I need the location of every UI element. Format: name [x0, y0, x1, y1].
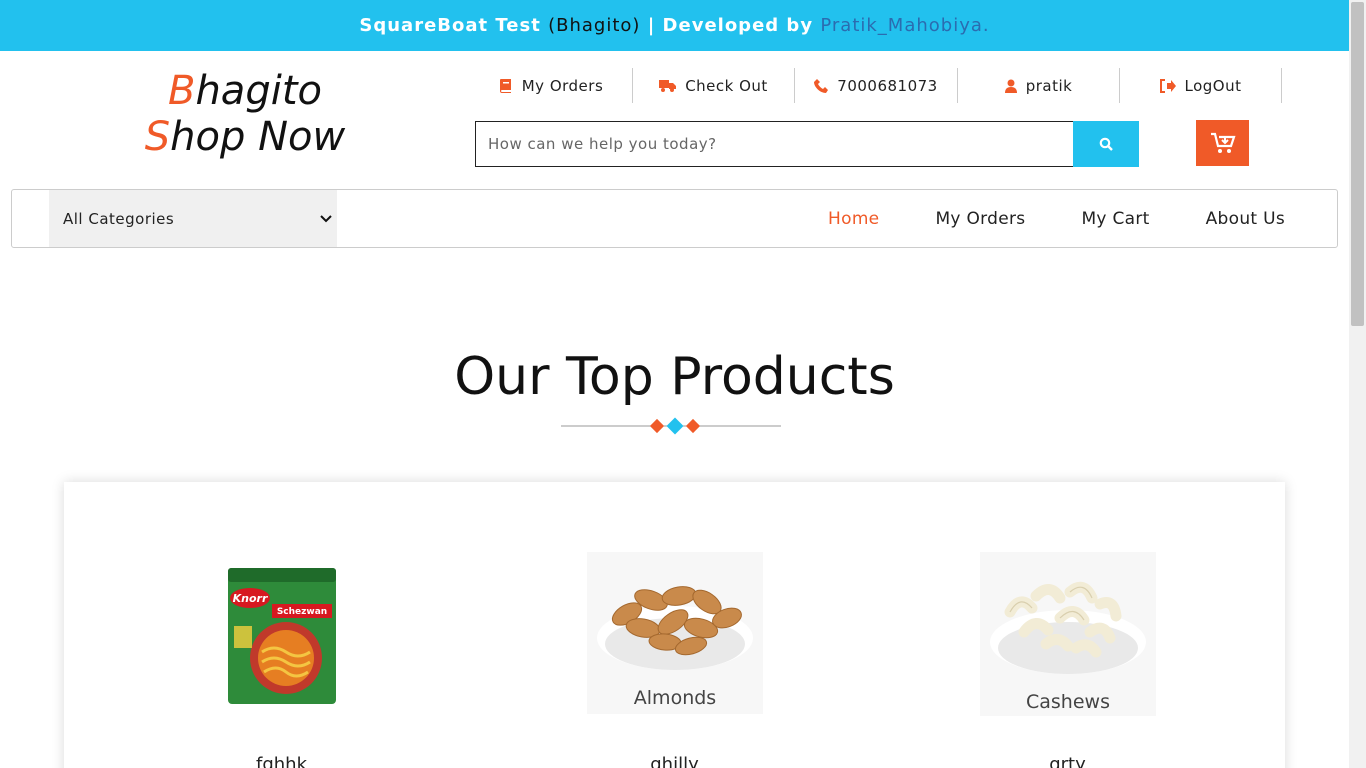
scrollbar-thumb[interactable]	[1351, 2, 1364, 326]
product-image-caption: Almonds	[633, 687, 715, 709]
logo-letter-b: B	[168, 68, 196, 114]
header-link-check-out[interactable]: Check Out	[633, 68, 795, 103]
banner-author-link[interactable]: Pratik_Mahobiya.	[820, 15, 989, 36]
product-image-caption: Cashews	[1026, 691, 1110, 713]
book-icon	[499, 79, 511, 93]
header-link-label: 7000681073	[837, 76, 938, 95]
truck-icon	[659, 80, 677, 92]
logo-letter-s: S	[144, 114, 171, 160]
product-name[interactable]: ghilly	[471, 754, 878, 768]
nav-link-my-orders[interactable]: My Orders	[935, 209, 1025, 229]
product-image[interactable]: Knorr Schezwan	[224, 566, 340, 706]
category-select[interactable]: All Categories	[49, 190, 337, 247]
product-image-brand: Knorr	[232, 592, 267, 605]
header-links: My Orders Check Out 7000681073 pratik Lo…	[470, 68, 1282, 103]
header-link-my-orders[interactable]: My Orders	[470, 68, 633, 103]
search-input[interactable]	[475, 121, 1073, 167]
cart-download-icon	[1210, 132, 1236, 153]
title-divider	[561, 417, 781, 435]
search-icon	[1099, 137, 1113, 151]
header-link-label: Check Out	[685, 76, 768, 95]
product-image[interactable]: Cashews	[979, 552, 1156, 716]
nav-links: Home My Orders My Cart About Us	[828, 190, 1285, 247]
page-scrollbar[interactable]	[1349, 0, 1366, 768]
header-link-label: LogOut	[1184, 76, 1242, 95]
product-image-variant: Schezwan	[276, 607, 326, 617]
nav-link-about-us[interactable]: About Us	[1206, 209, 1285, 229]
nav-link-home[interactable]: Home	[828, 209, 879, 229]
user-icon	[1004, 79, 1017, 93]
banner-project: (Bhagito)	[548, 15, 641, 36]
header-link-phone[interactable]: 7000681073	[795, 68, 958, 103]
header-link-user[interactable]: pratik	[958, 68, 1120, 103]
product-card[interactable]: Almonds ghilly	[471, 482, 878, 768]
banner-prefix: SquareBoat Test	[359, 15, 541, 36]
category-select-value: All Categories	[63, 209, 175, 228]
logo-text-shop-now: hop Now	[170, 114, 346, 160]
product-card[interactable]: Cashews qrty	[864, 482, 1271, 768]
banner-developed: | Developed by	[647, 15, 814, 36]
product-card[interactable]: Knorr Schezwan fghhk	[78, 482, 485, 768]
header-link-label: pratik	[1025, 76, 1073, 95]
products-panel: Knorr Schezwan fghhk Almonds ghilly Cash…	[64, 482, 1285, 768]
logo-text-bhagito: hagito	[195, 68, 322, 114]
header-link-logout[interactable]: LogOut	[1120, 68, 1282, 103]
nav-link-my-cart[interactable]: My Cart	[1081, 209, 1149, 229]
main-navbar: All Categories Home My Orders My Cart Ab…	[11, 189, 1338, 248]
product-name[interactable]: qrty	[864, 754, 1271, 768]
phone-icon	[814, 78, 829, 93]
site-logo[interactable]: Bhagito Shop Now	[140, 68, 350, 160]
sign-out-icon	[1159, 78, 1176, 93]
product-name[interactable]: fghhk	[78, 754, 485, 768]
cart-button[interactable]	[1196, 120, 1249, 166]
search-button[interactable]	[1073, 121, 1139, 167]
header-link-label: My Orders	[521, 76, 604, 95]
product-image[interactable]: Almonds	[586, 552, 763, 714]
top-banner: SquareBoat Test (Bhagito) | Developed by…	[0, 0, 1349, 51]
section-title: Our Top Products	[454, 347, 895, 407]
chevron-down-icon	[320, 214, 332, 222]
search-bar	[475, 121, 1139, 167]
